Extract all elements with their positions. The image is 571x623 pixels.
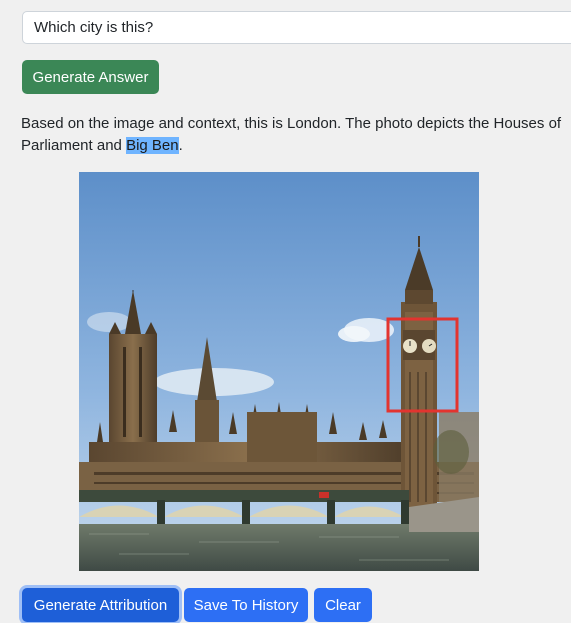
context-image [79,172,479,571]
answer-text: Based on the image and context, this is … [21,113,566,157]
answer-text-end: . [178,137,183,154]
clear-button[interactable]: Clear [314,588,372,622]
generate-attribution-button[interactable]: Generate Attribution [22,588,179,622]
save-to-history-button[interactable]: Save To History [184,588,308,622]
question-input[interactable] [22,11,571,44]
attribution-highlight: Big Ben [126,137,179,154]
generate-answer-button[interactable]: Generate Answer [22,60,159,94]
london-photo [79,172,479,571]
answer-text-body: Based on the image and context, this is … [21,115,562,154]
